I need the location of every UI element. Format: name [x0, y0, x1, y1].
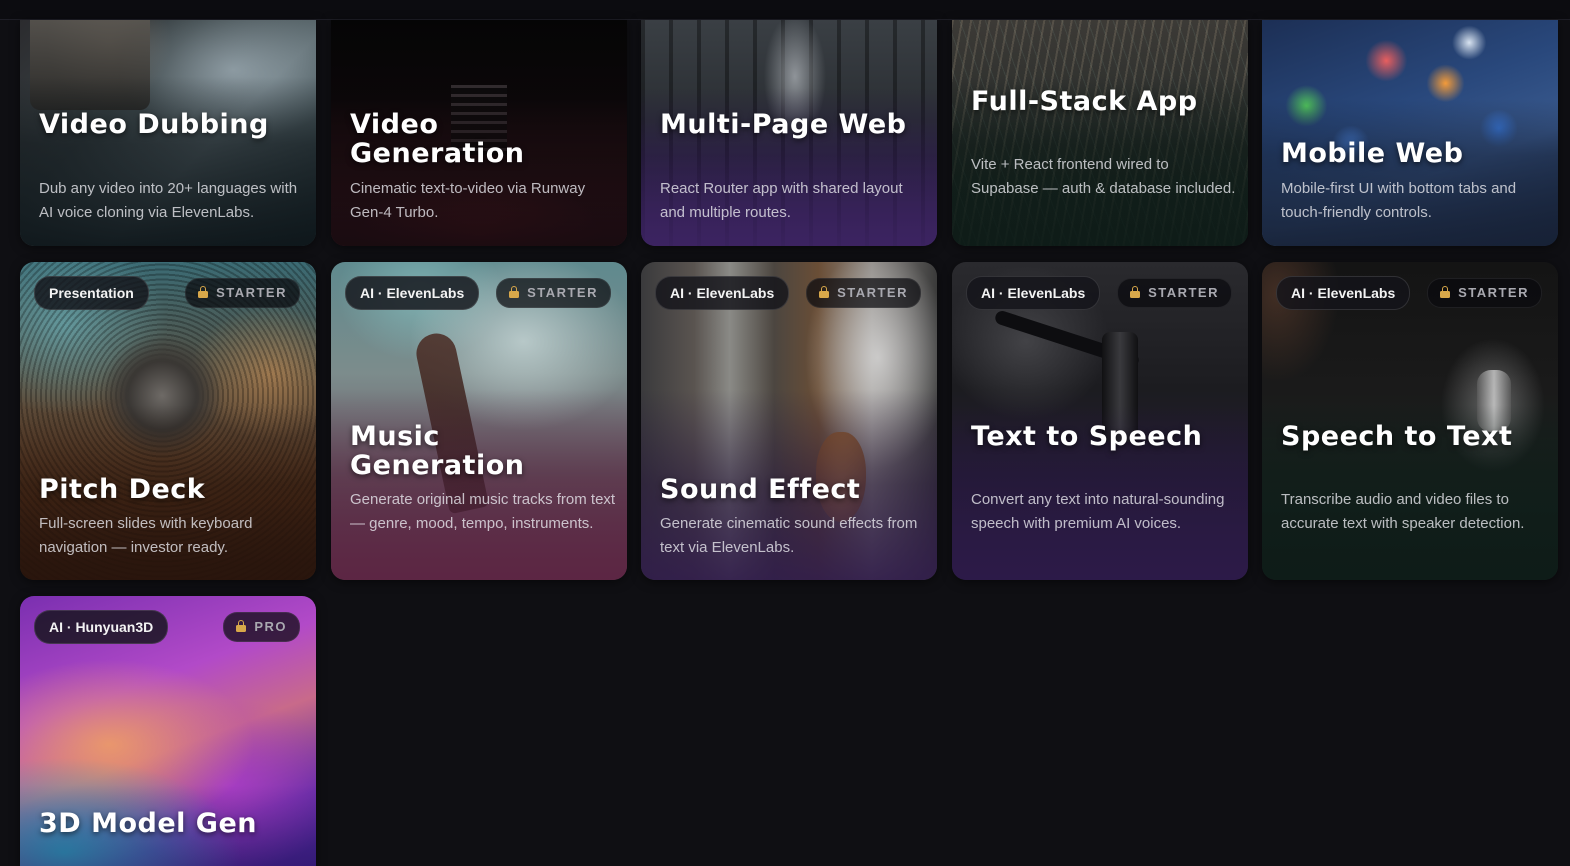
- card-overlay: [952, 20, 1248, 246]
- card-description: Generate cinematic sound effects from te…: [660, 515, 918, 556]
- category-tag: AI · ElevenLabs: [1276, 276, 1411, 310]
- card-title: Music Generation: [350, 421, 525, 481]
- card-title: Pitch Deck: [39, 474, 206, 505]
- card-title: Mobile Web: [1281, 138, 1464, 169]
- card-description: Mobile-first UI with bottom tabs and tou…: [1281, 180, 1517, 221]
- card-title: Full-Stack App: [971, 86, 1198, 117]
- lock-icon: [1130, 286, 1141, 298]
- card-title: Video Generation: [350, 109, 525, 169]
- card-title: Sound Effect: [660, 474, 861, 505]
- category-tag: AI · Hunyuan3D: [34, 610, 169, 644]
- template-card-text-to-speech[interactable]: AI · ElevenLabs STARTER Text to Speech C…: [952, 262, 1248, 580]
- card-description: Vite + React frontend wired to Supabase …: [971, 156, 1236, 197]
- template-card-multi-page-web[interactable]: Multi-Page Web React Router app with sha…: [641, 20, 937, 246]
- card-description: Cinematic text-to-video via Runway Gen-4…: [350, 180, 586, 221]
- plan-badge-label: STARTER: [1148, 285, 1219, 300]
- card-title: Text to Speech: [971, 421, 1203, 452]
- card-description: Convert any text into natural-sounding s…: [971, 491, 1225, 532]
- plan-badge: STARTER: [185, 278, 300, 308]
- plan-badge: STARTER: [1117, 278, 1232, 308]
- template-card-3d-model-gen[interactable]: AI · Hunyuan3D PRO 3D Model Gen: [20, 596, 316, 866]
- plan-badge: STARTER: [496, 278, 611, 308]
- card-description: Transcribe audio and video files to accu…: [1281, 491, 1525, 532]
- template-card-full-stack-app[interactable]: Full-Stack App Vite + React frontend wir…: [952, 20, 1248, 246]
- template-card-speech-to-text[interactable]: AI · ElevenLabs STARTER Speech to Text T…: [1262, 262, 1558, 580]
- card-description: Generate original music tracks from text…: [350, 491, 616, 532]
- card-description: React Router app with shared layout and …: [660, 180, 903, 221]
- plan-badge: STARTER: [806, 278, 921, 308]
- category-tag: AI · ElevenLabs: [655, 276, 790, 310]
- plan-badge: STARTER: [1427, 278, 1542, 308]
- template-card-music-generation[interactable]: AI · ElevenLabs STARTER Music Generation…: [331, 262, 627, 580]
- plan-badge-label: STARTER: [216, 285, 287, 300]
- plan-badge: PRO: [223, 612, 300, 642]
- template-card-video-generation[interactable]: Video Generation Cinematic text-to-video…: [331, 20, 627, 246]
- plan-badge-label: STARTER: [837, 285, 908, 300]
- lock-icon: [509, 286, 520, 298]
- lock-icon: [1440, 286, 1451, 298]
- template-card-video-dubbing[interactable]: Video Dubbing Dub any video into 20+ lan…: [20, 20, 316, 246]
- card-description: Full-screen slides with keyboard navigat…: [39, 515, 253, 556]
- card-title: Speech to Text: [1281, 421, 1513, 452]
- plan-badge-label: STARTER: [527, 285, 598, 300]
- plan-badge-label: STARTER: [1458, 285, 1529, 300]
- category-tag: AI · ElevenLabs: [345, 276, 480, 310]
- lock-icon: [236, 620, 247, 632]
- lock-icon: [819, 286, 830, 298]
- category-tag: Presentation: [34, 276, 149, 310]
- card-title: Multi-Page Web: [660, 109, 907, 140]
- top-bar: [0, 0, 1570, 20]
- template-card-mobile-web[interactable]: Mobile Web Mobile-first UI with bottom t…: [1262, 20, 1558, 246]
- template-card-sound-effect[interactable]: AI · ElevenLabs STARTER Sound Effect Gen…: [641, 262, 937, 580]
- plan-badge-label: PRO: [254, 619, 287, 634]
- category-tag: AI · ElevenLabs: [966, 276, 1101, 310]
- lock-icon: [198, 286, 209, 298]
- card-title: 3D Model Gen: [39, 808, 258, 839]
- card-title: Video Dubbing: [39, 109, 269, 140]
- card-description: Dub any video into 20+ languages with AI…: [39, 180, 298, 221]
- template-card-pitch-deck[interactable]: Presentation STARTER Pitch Deck Full-scr…: [20, 262, 316, 580]
